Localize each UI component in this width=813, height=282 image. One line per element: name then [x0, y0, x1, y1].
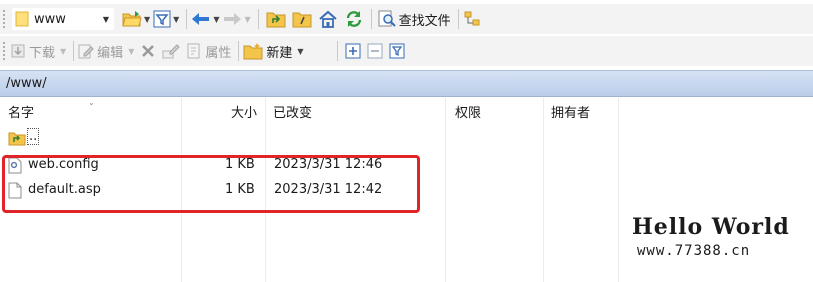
chevron-down-icon[interactable]: ▼	[128, 47, 134, 56]
chevron-down-icon[interactable]: ▼	[173, 15, 179, 24]
path-bar[interactable]: /www/	[0, 70, 813, 97]
parent-directory-label: ..	[27, 128, 40, 145]
folder-icon	[15, 11, 29, 27]
expand-icon[interactable]	[345, 40, 361, 62]
refresh-icon[interactable]	[344, 8, 364, 30]
highlight-box	[2, 155, 420, 213]
watermark-url: www.77388.cn	[637, 243, 751, 259]
chevron-down-icon[interactable]: ▼	[60, 47, 66, 56]
toolbar-separator	[336, 41, 338, 61]
toolbar-separator	[257, 9, 259, 29]
back-arrow-icon[interactable]	[191, 8, 211, 30]
find-files-icon[interactable]	[378, 8, 396, 30]
watermark-title: Hello World	[632, 214, 790, 240]
column-header-owner[interactable]: 拥有者	[551, 102, 590, 122]
toolbar-grip[interactable]	[2, 9, 6, 29]
new-item-icon	[243, 40, 263, 62]
column-header-name[interactable]: 名字	[8, 102, 34, 122]
chevron-down-icon[interactable]: ▼	[297, 47, 303, 56]
column-divider	[618, 98, 619, 282]
chevron-down-icon[interactable]: ▼	[213, 15, 219, 24]
select-filter-icon[interactable]	[389, 40, 405, 62]
parent-directory-row[interactable]: ..	[0, 128, 600, 150]
location-label: www	[34, 11, 66, 27]
column-header-modified[interactable]: 已改变	[273, 102, 312, 122]
column-header-permissions[interactable]: 权限	[455, 102, 481, 122]
navigation-toolbar: www ▼ ▼ ▼ ▼ ▼ 查找文件	[0, 4, 813, 34]
collapse-icon[interactable]	[367, 40, 383, 62]
tree-view-icon[interactable]	[463, 8, 481, 30]
root-directory-icon[interactable]	[292, 8, 312, 30]
edit-button[interactable]: 编辑	[97, 42, 123, 61]
toolbar-grip[interactable]	[2, 41, 6, 61]
toolbar-separator	[73, 41, 75, 61]
column-header-size[interactable]: 大小	[231, 102, 257, 122]
download-button[interactable]: 下载	[29, 42, 55, 61]
forward-arrow-icon[interactable]	[222, 8, 242, 30]
properties-button[interactable]: 属性	[205, 42, 231, 61]
edit-icon	[78, 40, 94, 62]
location-combo[interactable]: www ▼	[12, 8, 114, 30]
chevron-down-icon[interactable]: ▼	[244, 15, 250, 24]
delete-icon[interactable]	[140, 40, 156, 62]
find-files-button[interactable]: 查找文件	[399, 10, 451, 29]
toolbar-separator	[186, 9, 188, 29]
parent-directory-icon[interactable]	[266, 8, 286, 30]
parent-folder-icon	[8, 130, 26, 150]
download-icon	[10, 40, 26, 62]
filter-icon[interactable]	[153, 8, 171, 30]
current-path: /www/	[6, 76, 47, 91]
home-icon[interactable]	[318, 8, 338, 30]
toolbar-separator	[457, 9, 459, 29]
toolbar-separator	[238, 41, 240, 61]
chevron-down-icon[interactable]: ▼	[103, 15, 109, 24]
sort-indicator-icon: ⌄	[88, 98, 95, 107]
rename-icon[interactable]	[162, 40, 181, 62]
toolbar-separator	[370, 9, 372, 29]
properties-icon	[186, 40, 202, 62]
new-button[interactable]: 新建	[266, 42, 292, 61]
chevron-down-icon[interactable]: ▼	[144, 15, 150, 24]
open-directory-icon[interactable]	[122, 8, 142, 30]
file-toolbar: 下载 ▼ 编辑 ▼ 属性 新建 ▼	[0, 36, 813, 66]
